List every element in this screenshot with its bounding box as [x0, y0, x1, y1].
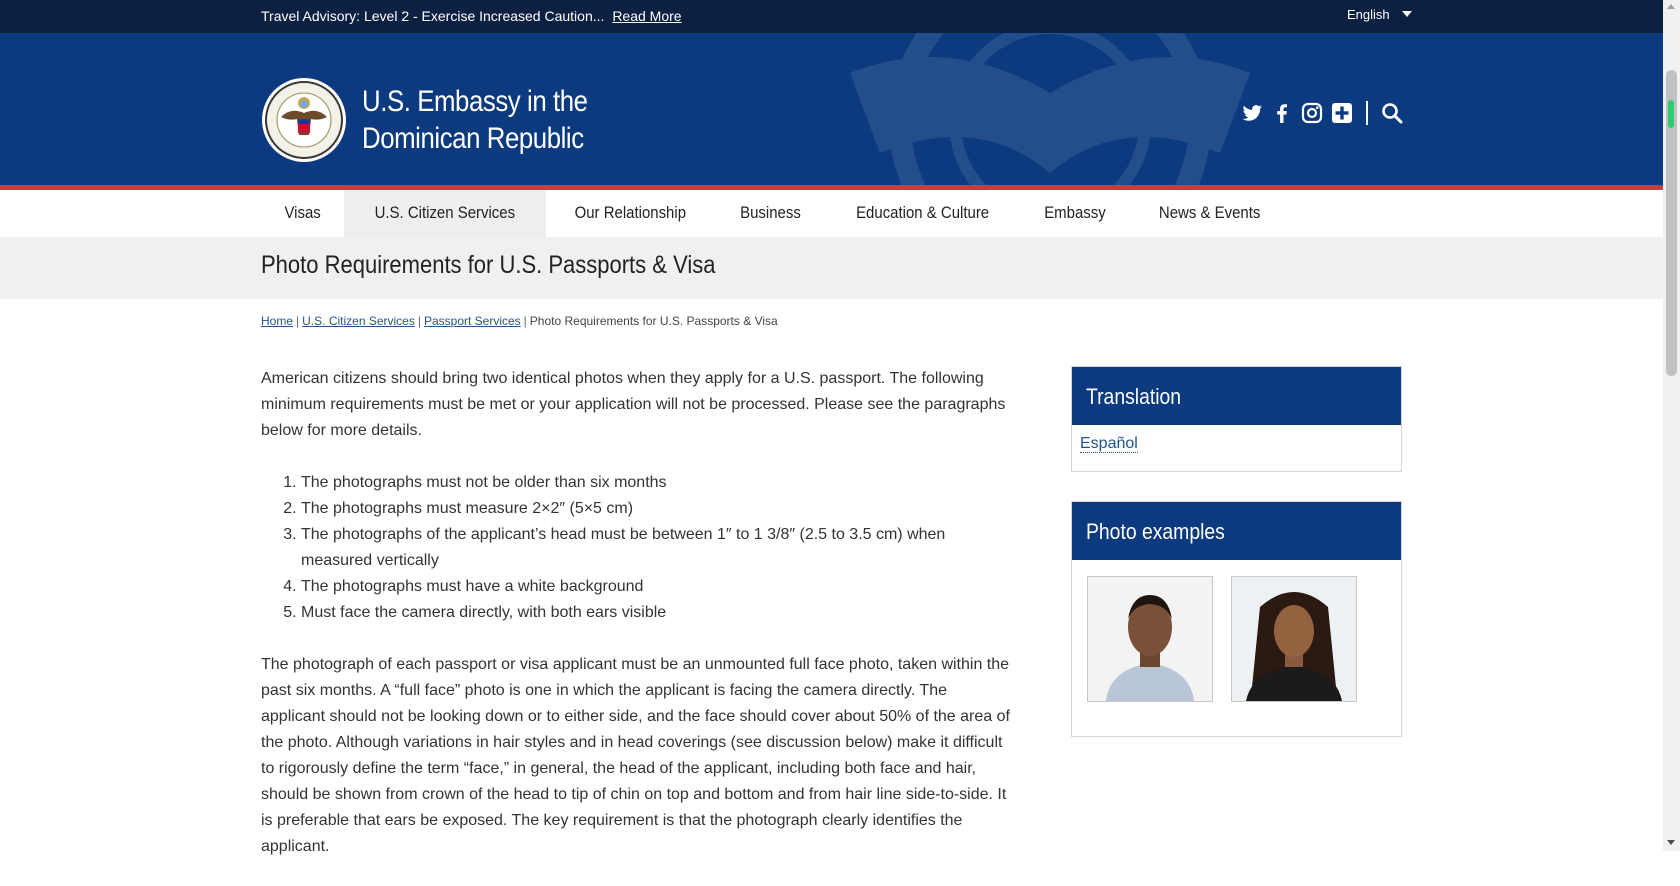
intro-paragraph: American citizens should bring two ident…	[261, 370, 1006, 439]
breadcrumb-passport-services[interactable]: Passport Services	[424, 314, 521, 328]
page-scrollbar[interactable]	[1663, 0, 1680, 851]
requirements-list: The photographs must not be older than s…	[261, 470, 1013, 626]
list-item: Must face the camera directly, with both…	[301, 600, 1013, 626]
site-title-line1: U.S. Embassy in the	[362, 85, 588, 118]
social-links	[1240, 99, 1404, 127]
list-item: The photographs must have a white backgr…	[301, 574, 1013, 600]
example-photo-man[interactable]	[1087, 576, 1213, 702]
twitter-icon[interactable]	[1240, 101, 1264, 125]
nav-item-visas[interactable]: Visas	[261, 190, 344, 237]
nav-item-our-relationship[interactable]: Our Relationship	[546, 190, 715, 237]
facebook-icon[interactable]	[1270, 101, 1294, 125]
travel-advisory-bar: Travel Advisory: Level 2 - Exercise Incr…	[0, 0, 1663, 33]
main-navigation: Visas U.S. Citizen Services Our Relation…	[0, 190, 1663, 237]
nav-item-news-events[interactable]: News & Events	[1131, 190, 1288, 237]
nav-item-business[interactable]: Business	[715, 190, 826, 237]
department-of-state-seal[interactable]	[261, 77, 347, 163]
site-header: U.S. Embassy in the Dominican Republic	[0, 33, 1663, 185]
scrollbar-marker	[1668, 100, 1674, 128]
main-content: American citizens should bring two ident…	[261, 366, 1013, 886]
plus-icon[interactable]	[1330, 101, 1354, 125]
advisory-message: Travel Advisory: Level 2 - Exercise Incr…	[261, 8, 605, 24]
instagram-icon[interactable]	[1300, 101, 1324, 125]
advisory-text: Travel Advisory: Level 2 - Exercise Incr…	[261, 8, 682, 24]
chevron-down-icon	[1402, 11, 1413, 17]
breadcrumb-current: Photo Requirements for U.S. Passports & …	[529, 314, 778, 328]
example-photo-woman[interactable]	[1231, 576, 1357, 702]
page-title-band: Photo Requirements for U.S. Passports & …	[0, 237, 1663, 299]
site-title[interactable]: U.S. Embassy in the Dominican Republic	[362, 83, 588, 157]
list-item: The photographs must measure 2×2″ (5×5 c…	[301, 496, 1013, 522]
read-more-link[interactable]: Read More	[612, 8, 681, 24]
full-face-paragraph: The photograph of each passport or visa …	[261, 656, 1010, 855]
list-item: The photographs of the applicant’s head …	[301, 522, 1013, 574]
espanol-link[interactable]: Español	[1080, 435, 1138, 453]
breadcrumb-home[interactable]: Home	[261, 314, 293, 328]
language-selector[interactable]: English	[1347, 7, 1413, 22]
scroll-down-icon[interactable]	[1667, 840, 1675, 845]
social-divider	[1366, 101, 1368, 125]
site-title-line2: Dominican Republic	[362, 122, 584, 155]
nav-item-education-culture[interactable]: Education & Culture	[826, 190, 1019, 237]
breadcrumb: Home | U.S. Citizen Services | Passport Serv…	[261, 314, 778, 328]
scroll-up-icon[interactable]	[1667, 4, 1675, 9]
photo-examples-heading: Photo examples	[1072, 502, 1401, 560]
nav-item-embassy[interactable]: Embassy	[1019, 190, 1131, 237]
page-title: Photo Requirements for U.S. Passports & …	[261, 251, 716, 279]
breadcrumb-us-citizen-services[interactable]: U.S. Citizen Services	[302, 314, 415, 328]
photo-examples-widget: Photo examples	[1071, 501, 1402, 737]
language-label: English	[1347, 7, 1390, 22]
translation-widget: Translation Español	[1071, 366, 1402, 472]
nav-item-us-citizen-services[interactable]: U.S. Citizen Services	[344, 190, 546, 237]
search-icon[interactable]	[1380, 101, 1404, 125]
translation-heading: Translation	[1072, 367, 1401, 425]
list-item: The photographs must not be older than s…	[301, 470, 1013, 496]
